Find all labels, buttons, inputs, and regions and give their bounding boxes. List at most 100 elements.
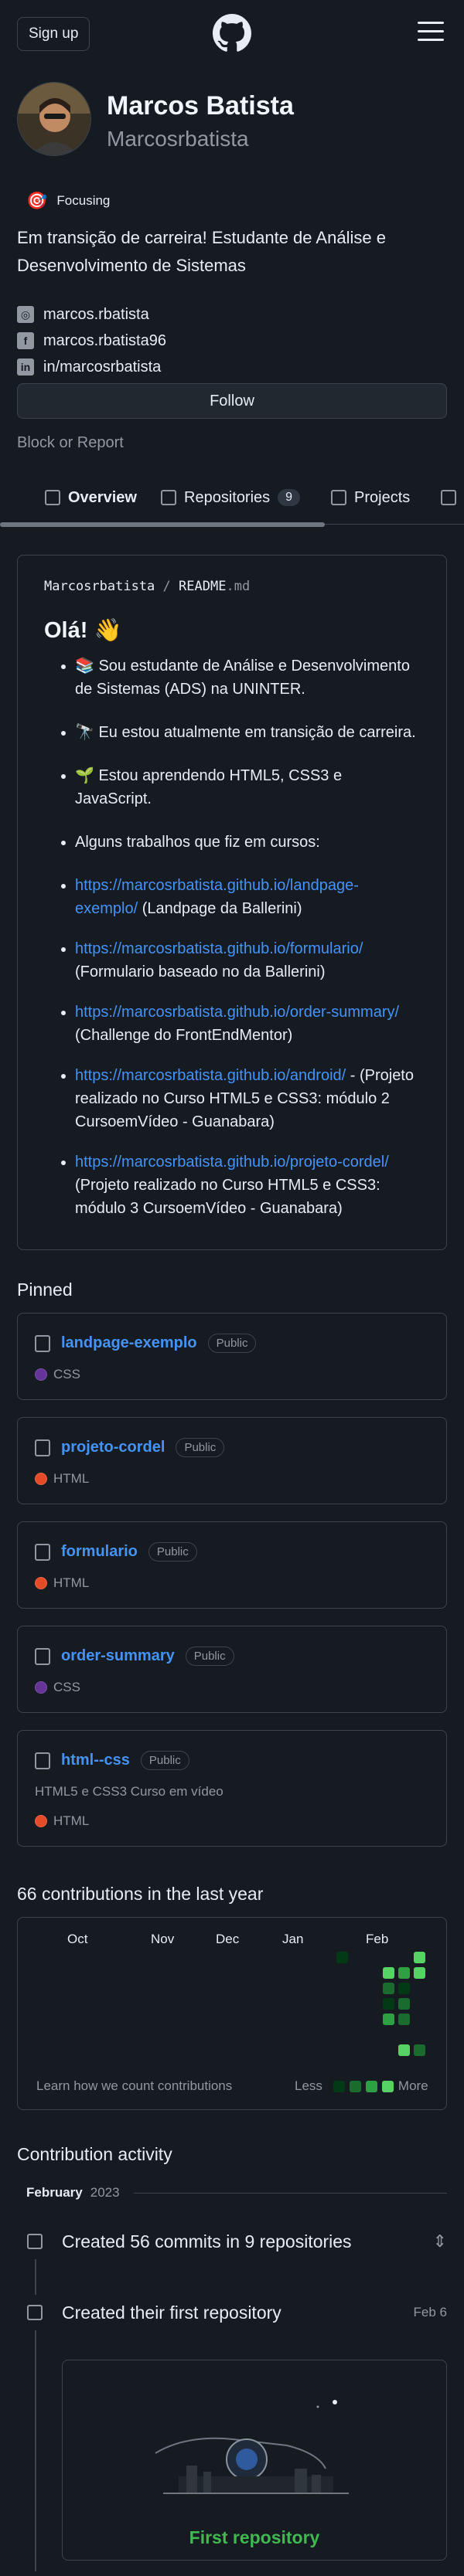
- tabs-scrollbar[interactable]: [0, 522, 325, 527]
- contribution-day[interactable]: [336, 1952, 348, 1963]
- pinned-repo-name[interactable]: order-summary: [61, 1647, 175, 1665]
- list-item: https://marcosrbatista.github.io/formula…: [75, 937, 420, 984]
- activity-event-date: Feb 6: [413, 2305, 447, 2319]
- pinned-repo-card[interactable]: projeto-cordel Public HTML: [17, 1417, 447, 1504]
- timeline-line: [35, 2228, 36, 2571]
- book-icon: [45, 490, 60, 505]
- contribution-day[interactable]: [383, 1998, 394, 2010]
- language-name: CSS: [53, 1367, 80, 1381]
- contribution-day[interactable]: [398, 1967, 410, 1979]
- legend-level: [365, 2080, 377, 2092]
- facebook-link[interactable]: f marcos.rbatista96: [17, 328, 447, 354]
- instagram-link-text: marcos.rbatista: [43, 305, 149, 323]
- status-emoji: 🎯: [26, 191, 48, 210]
- pinned-repo-header: projeto-cordel Public: [35, 1438, 429, 1457]
- contribution-day[interactable]: [398, 1998, 410, 2010]
- avatar[interactable]: [17, 82, 91, 156]
- activity-event-commits[interactable]: Created 56 commits in 9 repositories ⇕: [17, 2224, 447, 2259]
- legend-level: [349, 2080, 361, 2092]
- contribution-graph: Oct Nov Dec Jan Feb Learn how we count c…: [17, 1917, 447, 2110]
- month-label: Jan: [282, 1932, 304, 1946]
- pinned-list: landpage-exemplo Public CSS projeto-cord…: [0, 1313, 464, 1847]
- contribution-day[interactable]: [414, 2044, 425, 2056]
- first-repository-card[interactable]: First repository: [62, 2360, 447, 2561]
- block-or-report-link[interactable]: Block or Report: [17, 434, 447, 452]
- profile-header: Marcos Batista Marcosrbatista: [0, 68, 464, 168]
- readme-owner[interactable]: Marcosrbatista: [44, 579, 155, 594]
- activity-event-first-repo[interactable]: Created their first repository Feb 6: [17, 2295, 447, 2330]
- list-item: https://marcosrbatista.github.io/projeto…: [75, 1150, 420, 1220]
- pinned-repo-header: html--css Public: [35, 1751, 429, 1770]
- language-name: HTML: [53, 1471, 90, 1486]
- legend-level: [381, 2080, 394, 2092]
- readme-list: 📚 Sou estudante de Análise e Desenvolvim…: [44, 654, 420, 1220]
- contribution-day[interactable]: [383, 1967, 394, 1979]
- pinned-repo-card[interactable]: formulario Public HTML: [17, 1521, 447, 1609]
- github-mark-icon[interactable]: [213, 14, 251, 53]
- readme-file: README: [179, 579, 227, 594]
- list-item: 🔭 Eu estou atualmente em transição de ca…: [75, 721, 420, 744]
- contribution-day[interactable]: [398, 1983, 410, 1994]
- tab-projects[interactable]: Projects: [331, 471, 411, 524]
- linkedin-link-text: in/marcosrbatista: [43, 358, 162, 376]
- legend-more: More: [397, 2078, 428, 2093]
- pinned-repo-name[interactable]: html--css: [61, 1752, 130, 1769]
- pinned-repo-header: landpage-exemplo Public: [35, 1334, 429, 1353]
- table-icon: [331, 490, 346, 505]
- readme-heading: Olá! 👋: [44, 618, 122, 643]
- readme-link-note: (Challenge do FrontEndMentor): [75, 1027, 293, 1044]
- status-badge[interactable]: 🎯 Focusing: [17, 185, 119, 216]
- activity-timeline: February 2023 Created 56 commits in 9 re…: [0, 2185, 464, 2571]
- readme-link[interactable]: https://marcosrbatista.github.io/order-s…: [75, 1004, 399, 1021]
- pinned-repo-language: HTML: [35, 1813, 429, 1829]
- facebook-link-text: marcos.rbatista96: [43, 331, 166, 349]
- tab-projects-label: Projects: [354, 488, 411, 506]
- contribution-day[interactable]: [398, 2044, 410, 2056]
- contribution-day[interactable]: [383, 1983, 394, 1994]
- month-label: Feb: [366, 1932, 389, 1946]
- visibility-badge: Public: [148, 1542, 197, 1562]
- sign-up-button[interactable]: Sign up: [17, 17, 90, 51]
- pinned-repo-card[interactable]: landpage-exemplo Public CSS: [17, 1313, 447, 1400]
- tab-packages[interactable]: [441, 471, 456, 524]
- month-label: Oct: [67, 1932, 88, 1946]
- learn-contributions-link[interactable]: Learn how we count contributions: [36, 2078, 232, 2094]
- first-repository-illustration: [155, 2400, 349, 2494]
- contribution-day[interactable]: [398, 2014, 410, 2025]
- activity-event-text: Created their first repository: [62, 2302, 281, 2323]
- language-color-dot: [35, 1815, 47, 1827]
- linkedin-icon: in: [17, 359, 34, 376]
- contributions-title: 66 contributions in the last year: [17, 1884, 264, 1904]
- unfold-icon[interactable]: ⇕: [433, 2231, 447, 2251]
- readme-link[interactable]: https://marcosrbatista.github.io/formula…: [75, 940, 363, 957]
- pinned-repo-card[interactable]: order-summary Public CSS: [17, 1626, 447, 1713]
- pinned-repo-card[interactable]: html--css Public HTML5 e CSS3 Curso em v…: [17, 1730, 447, 1847]
- readme-link[interactable]: https://marcosrbatista.github.io/android…: [75, 1067, 346, 1084]
- pinned-repo-name[interactable]: formulario: [61, 1543, 138, 1561]
- activity-year: 2023: [90, 2185, 120, 2200]
- profile-username: Marcosrbatista: [107, 127, 249, 151]
- instagram-link[interactable]: ◎ marcos.rbatista: [17, 301, 447, 328]
- readme-link[interactable]: https://marcosrbatista.github.io/projeto…: [75, 1154, 389, 1171]
- visibility-badge: Public: [140, 1751, 189, 1770]
- contribution-day[interactable]: [414, 1967, 425, 1979]
- pinned-repo-language: HTML: [35, 1575, 429, 1591]
- month-label: Dec: [216, 1932, 240, 1946]
- pinned-repo-header: formulario Public: [35, 1542, 429, 1562]
- first-repository-label: First repository: [189, 2527, 320, 2547]
- follow-button[interactable]: Follow: [17, 383, 447, 419]
- visibility-badge: Public: [185, 1647, 234, 1666]
- readme-path: Marcosrbatista / README.md: [44, 579, 420, 594]
- pinned-repo-name[interactable]: projeto-cordel: [61, 1439, 165, 1456]
- tab-repositories[interactable]: Repositories 9: [161, 471, 301, 524]
- contribution-day[interactable]: [414, 1952, 425, 1963]
- linkedin-link[interactable]: in in/marcosrbatista: [17, 354, 447, 380]
- status-text: Focusing: [56, 193, 111, 208]
- contribution-legend: Less More: [295, 2078, 428, 2094]
- pinned-repo-language: HTML: [35, 1471, 429, 1487]
- tab-overview[interactable]: Overview: [36, 471, 146, 524]
- contribution-day[interactable]: [383, 2014, 394, 2025]
- activity-event-text: Created 56 commits in 9 repositories: [62, 2231, 352, 2251]
- pinned-repo-name[interactable]: landpage-exemplo: [61, 1334, 197, 1352]
- hamburger-menu-icon[interactable]: [418, 22, 444, 42]
